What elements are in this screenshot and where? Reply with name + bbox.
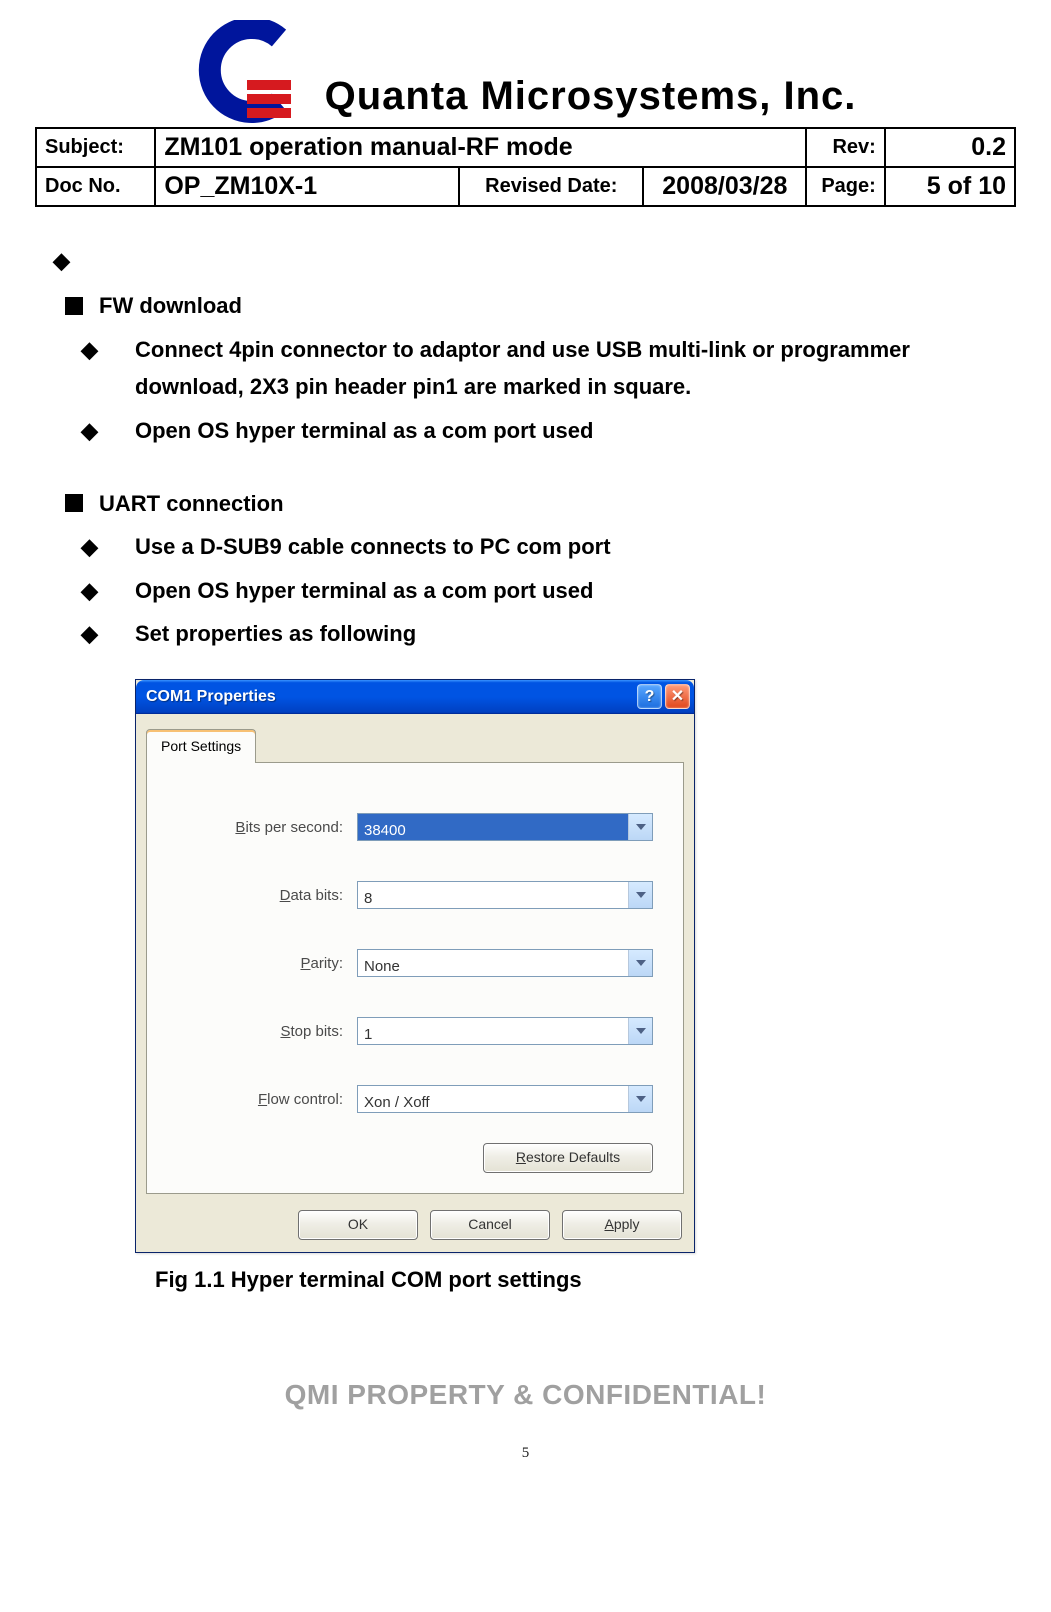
parity-value: None: [358, 950, 628, 976]
bits-per-second-combo[interactable]: 38400: [357, 813, 653, 841]
flow-control-combo[interactable]: Xon / Xoff: [357, 1085, 653, 1113]
fw-item-1: Open OS hyper terminal as a com port use…: [135, 418, 593, 443]
chevron-down-icon[interactable]: [628, 1086, 652, 1112]
section-fw-download: FW download: [65, 287, 1016, 324]
parity-label: Parity:: [177, 951, 357, 977]
square-bullet-icon: [65, 297, 83, 315]
revised-label: Revised Date:: [459, 167, 643, 206]
stop-bits-label: Stop bits:: [177, 1019, 357, 1045]
cancel-button[interactable]: Cancel: [430, 1210, 550, 1240]
data-bits-value: 8: [358, 882, 628, 908]
empty-bullet: ◆: [53, 242, 1016, 279]
bits-per-second-label: Bits per second:: [177, 815, 357, 841]
figure-caption: Fig 1.1 Hyper terminal COM port settings: [155, 1261, 1016, 1298]
ok-button[interactable]: OK: [298, 1210, 418, 1240]
dialog-titlebar: COM1 Properties ? ✕: [136, 680, 694, 714]
parity-combo[interactable]: None: [357, 949, 653, 977]
restore-defaults-button[interactable]: Restore Defaults: [483, 1143, 653, 1173]
uart-item-1: Open OS hyper terminal as a com port use…: [135, 578, 593, 603]
dialog-title: COM1 Properties: [146, 683, 276, 710]
fw-download-title: FW download: [99, 293, 242, 318]
company-name: Quanta Microsystems, Inc.: [325, 74, 857, 125]
document-body: ◆ FW download ◆Connect 4pin connector to…: [35, 207, 1016, 1329]
subject-label: Subject:: [36, 128, 155, 167]
list-item: ◆Set properties as following: [81, 615, 1016, 652]
chevron-down-icon[interactable]: [628, 814, 652, 840]
page-number: 5: [35, 1445, 1016, 1462]
list-item: ◆Connect 4pin connector to adaptor and u…: [81, 331, 1016, 406]
fw-item-0: Connect 4pin connector to adaptor and us…: [135, 337, 910, 399]
tab-port-settings[interactable]: Port Settings: [146, 729, 256, 764]
uart-item-2: Set properties as following: [135, 621, 416, 646]
uart-title: UART connection: [99, 491, 284, 516]
close-button[interactable]: ✕: [665, 684, 690, 709]
subject-value: ZM101 operation manual-RF mode: [155, 128, 806, 167]
square-bullet-icon: [65, 494, 83, 512]
apply-button[interactable]: Apply: [562, 1210, 682, 1240]
list-item: ◆Open OS hyper terminal as a com port us…: [81, 412, 1016, 449]
rev-label: Rev:: [806, 128, 885, 167]
document-info-table: Subject: ZM101 operation manual-RF mode …: [35, 127, 1016, 207]
page-value: 5 of 10: [885, 167, 1015, 206]
port-settings-panel: Bits per second: 38400 Data bits: 8 Pari…: [146, 762, 684, 1194]
rev-value: 0.2: [885, 128, 1015, 167]
confidential-footer: QMI PROPERTY & CONFIDENTIAL!: [35, 1379, 1016, 1411]
docno-label: Doc No.: [36, 167, 155, 206]
list-item: ◆Use a D-SUB9 cable connects to PC com p…: [81, 528, 1016, 565]
data-bits-combo[interactable]: 8: [357, 881, 653, 909]
brand-header: Quanta Microsystems, Inc.: [35, 20, 1016, 125]
chevron-down-icon[interactable]: [628, 950, 652, 976]
data-bits-label: Data bits:: [177, 883, 357, 909]
stop-bits-value: 1: [358, 1018, 628, 1044]
section-uart-connection: UART connection: [65, 485, 1016, 522]
company-logo: [195, 20, 305, 125]
flow-control-value: Xon / Xoff: [358, 1086, 628, 1112]
chevron-down-icon[interactable]: [628, 882, 652, 908]
flow-control-label: Flow control:: [177, 1087, 357, 1113]
revised-value: 2008/03/28: [643, 167, 806, 206]
chevron-down-icon[interactable]: [628, 1018, 652, 1044]
page-label: Page:: [806, 167, 885, 206]
uart-item-0: Use a D-SUB9 cable connects to PC com po…: [135, 534, 611, 559]
bits-per-second-value: 38400: [358, 814, 628, 840]
docno-value: OP_ZM10X-1: [155, 167, 459, 206]
help-button[interactable]: ?: [637, 684, 662, 709]
com-properties-dialog: COM1 Properties ? ✕ Port Settings Bits p…: [135, 679, 695, 1254]
list-item: ◆Open OS hyper terminal as a com port us…: [81, 572, 1016, 609]
stop-bits-combo[interactable]: 1: [357, 1017, 653, 1045]
